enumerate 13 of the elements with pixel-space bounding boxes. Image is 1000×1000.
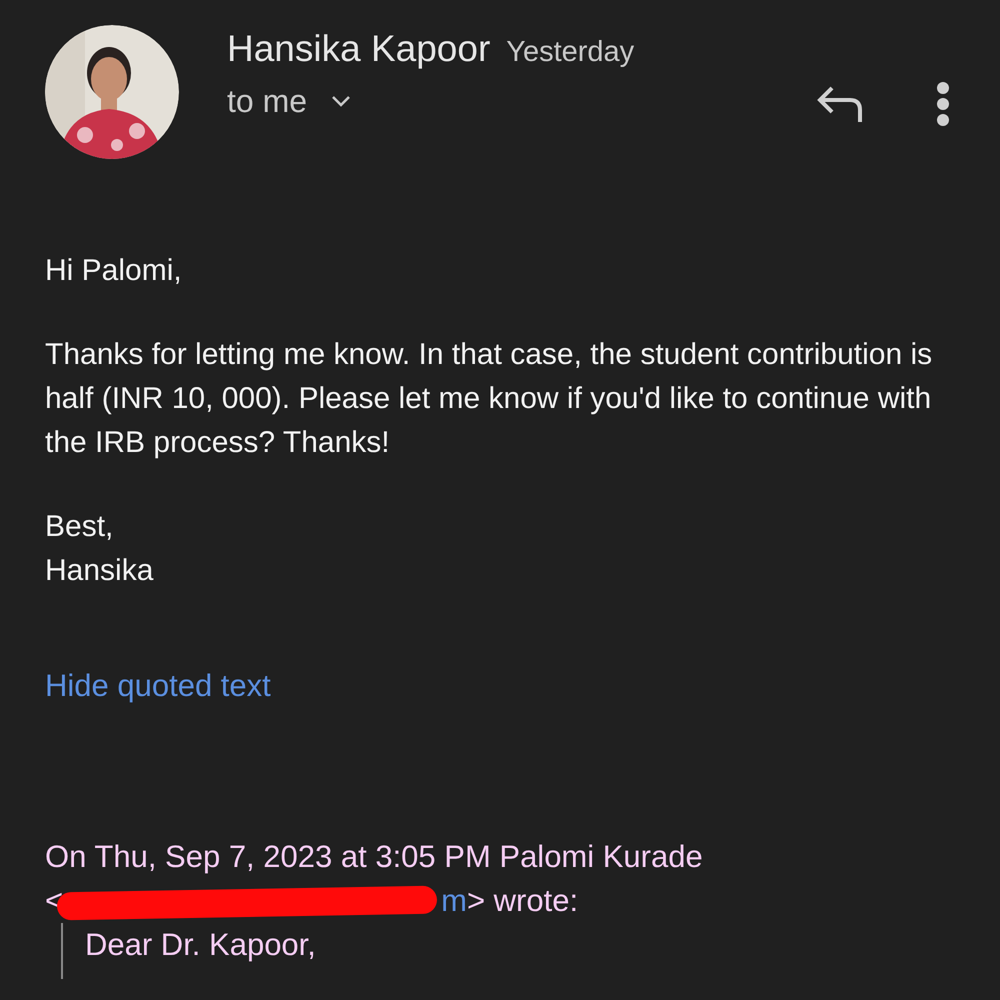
message-time: Yesterday <box>506 35 634 70</box>
message-paragraph: Hi Palomi, <box>45 253 183 289</box>
message-paragraph: Thanks for letting me know. In that case, the student contribution is half (INR 10, 000). Please let me know if you'd like to continue with the IRB process? Thanks! <box>45 337 934 461</box>
recipient-toggle[interactable]: to me <box>227 82 352 120</box>
quoted-line: Dear Dr. Kapoor, <box>85 926 317 964</box>
more-options-button[interactable] <box>936 81 950 127</box>
sender-name: Hansika Kapoor <box>227 27 490 71</box>
quote-text: > wrote: <box>466 882 578 920</box>
email-link[interactable]: m <box>441 878 467 922</box>
chevron-down-icon <box>331 95 352 107</box>
quote-header: On Thu, Sep 7, 2023 at 3:05 PM Palomi Kurade <box>45 838 704 876</box>
hide-quoted-text-link[interactable]: Hide quoted text <box>45 663 271 710</box>
message-paragraph: Best, Hansika <box>45 509 154 589</box>
